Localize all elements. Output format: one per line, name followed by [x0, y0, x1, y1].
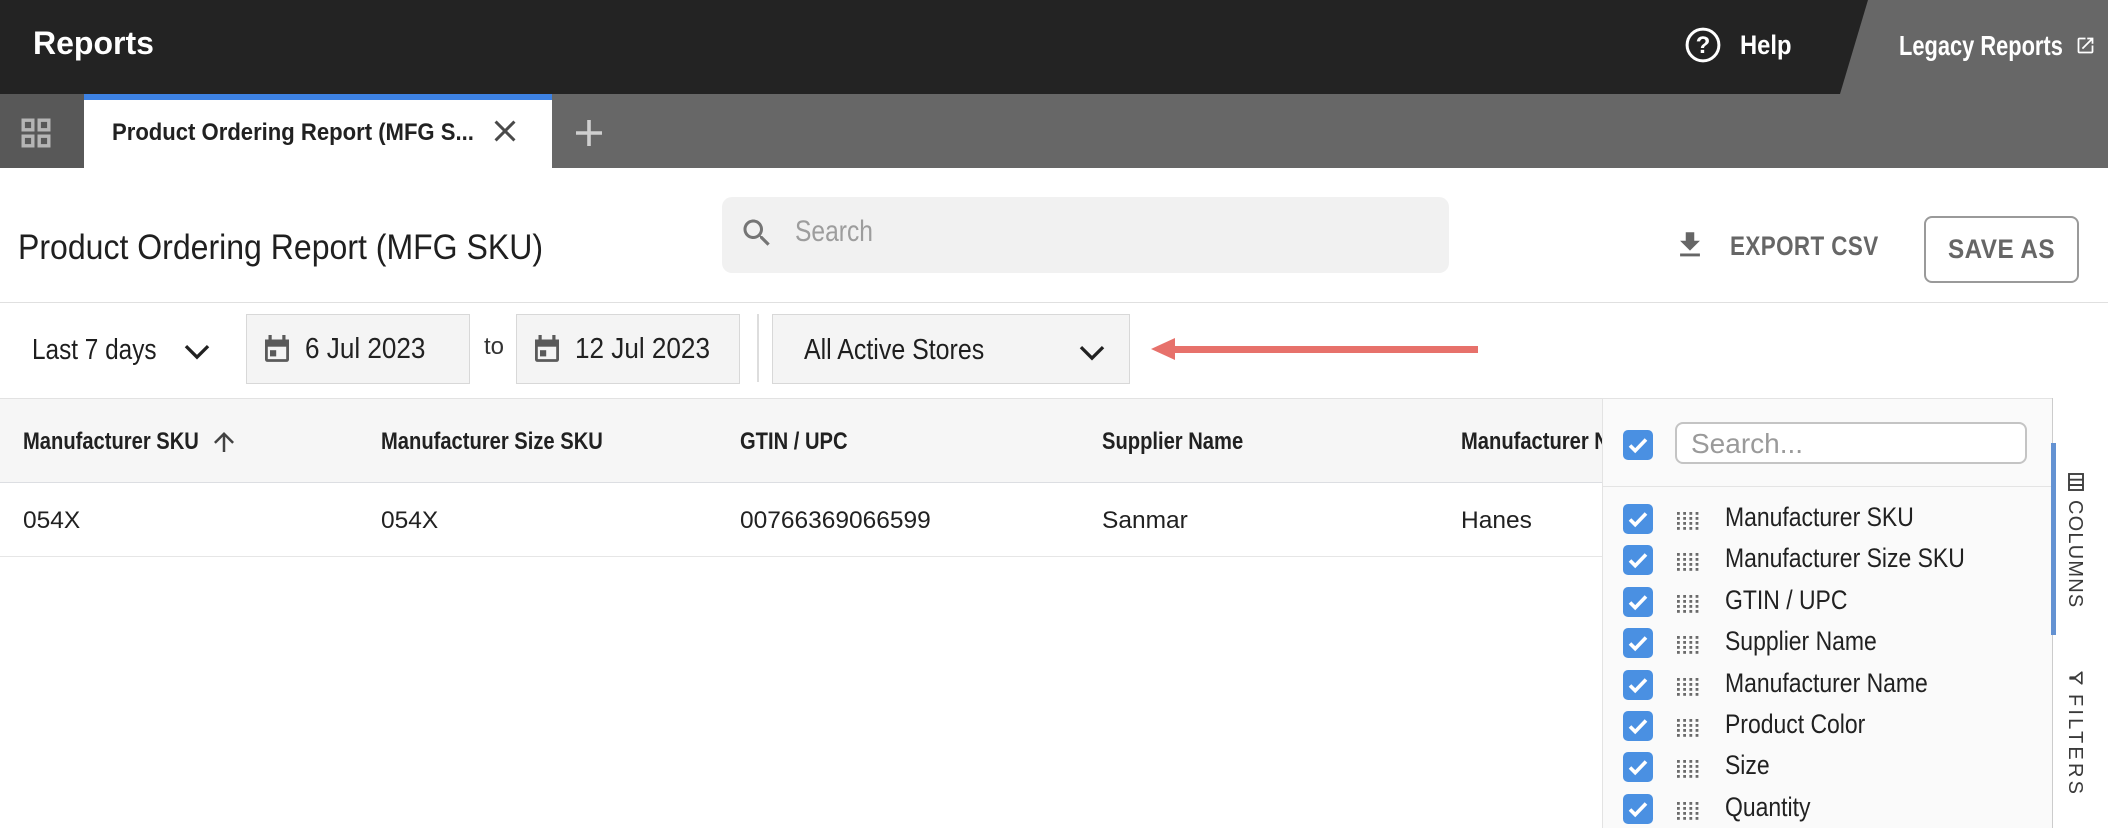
svg-text:?: ? — [1696, 32, 1711, 59]
